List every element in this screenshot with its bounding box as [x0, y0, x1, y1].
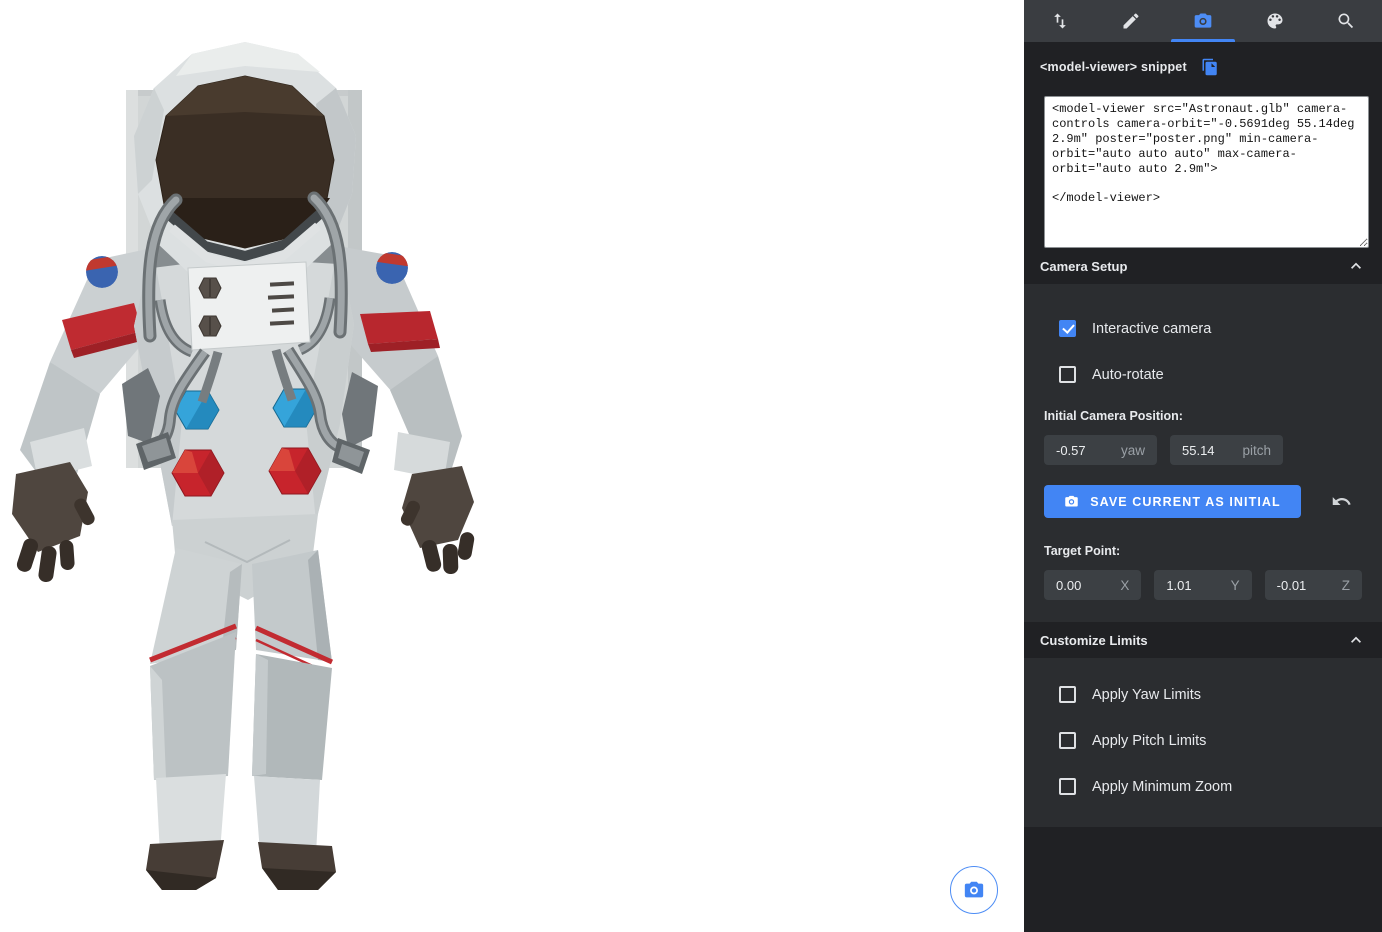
target-x-axis-label: X [1120, 578, 1129, 593]
apply-pitch-limits-checkbox[interactable] [1059, 732, 1076, 749]
section-header-camera-setup[interactable]: Camera Setup [1024, 248, 1382, 284]
target-y-value: 1.01 [1166, 578, 1191, 593]
auto-rotate-label: Auto-rotate [1092, 367, 1164, 383]
auto-rotate-checkbox[interactable] [1059, 366, 1076, 383]
undo-icon [1331, 491, 1352, 512]
initial-camera-position-label: Initial Camera Position: [1044, 409, 1362, 423]
apply-minimum-zoom-checkbox[interactable] [1059, 778, 1076, 795]
toolbar [1024, 0, 1382, 42]
target-z-axis-label: Z [1342, 578, 1350, 593]
palette-icon [1265, 11, 1285, 31]
snippet-title: <model-viewer> snippet [1040, 60, 1187, 74]
apply-minimum-zoom-row: Apply Minimum Zoom [1059, 778, 1362, 795]
apply-minimum-zoom-label: Apply Minimum Zoom [1092, 779, 1232, 795]
chevron-up-icon[interactable] [1346, 630, 1366, 650]
target-y-input[interactable]: 1.01 Y [1154, 570, 1251, 600]
camera-icon [963, 879, 985, 901]
yaw-value: -0.57 [1056, 443, 1086, 458]
undo-button[interactable] [1331, 491, 1352, 512]
editor-panel: <model-viewer> snippet <model-viewer src… [1024, 0, 1382, 932]
yaw-unit-label: yaw [1121, 443, 1145, 458]
target-x-value: 0.00 [1056, 578, 1081, 593]
pitch-input[interactable]: 55.14 pitch [1170, 435, 1283, 465]
tab-inspector[interactable] [1310, 0, 1382, 42]
interactive-camera-checkbox[interactable] [1059, 320, 1076, 337]
interactive-camera-row: Interactive camera [1059, 284, 1362, 337]
target-point-label: Target Point: [1044, 544, 1362, 558]
customize-limits-section: Apply Yaw Limits Apply Pitch Limits Appl… [1024, 658, 1382, 827]
copy-icon [1201, 58, 1219, 76]
tab-file-controls[interactable] [1024, 0, 1096, 42]
section-header-customize-limits[interactable]: Customize Limits [1024, 622, 1382, 658]
tab-edit[interactable] [1096, 0, 1168, 42]
model-viewport[interactable] [0, 0, 1024, 932]
auto-rotate-row: Auto-rotate [1059, 366, 1362, 383]
target-x-input[interactable]: 0.00 X [1044, 570, 1141, 600]
apply-yaw-limits-label: Apply Yaw Limits [1092, 687, 1201, 703]
target-z-value: -0.01 [1277, 578, 1307, 593]
save-row: SAVE CURRENT AS INITIAL [1044, 485, 1362, 518]
target-z-input[interactable]: -0.01 Z [1265, 570, 1362, 600]
snippet-textarea[interactable]: <model-viewer src="Astronaut.glb" camera… [1044, 96, 1369, 248]
target-y-axis-label: Y [1231, 578, 1240, 593]
import-export-icon [1050, 11, 1070, 31]
snippet-header: <model-viewer> snippet [1024, 42, 1382, 88]
screenshot-button[interactable] [950, 866, 998, 914]
tab-materials[interactable] [1239, 0, 1311, 42]
model-viewer-editor: <model-viewer> snippet <model-viewer src… [0, 0, 1382, 932]
interactive-camera-label: Interactive camera [1092, 321, 1211, 337]
camera-setup-title: Camera Setup [1040, 259, 1127, 274]
apply-yaw-limits-row: Apply Yaw Limits [1059, 686, 1362, 703]
chevron-up-icon[interactable] [1346, 256, 1366, 276]
camera-icon [1193, 11, 1213, 31]
save-button-label: SAVE CURRENT AS INITIAL [1090, 495, 1281, 509]
camera-icon [1064, 494, 1079, 509]
copy-snippet-button[interactable] [1201, 58, 1219, 76]
pitch-value: 55.14 [1182, 443, 1215, 458]
tab-camera[interactable] [1167, 0, 1239, 42]
panel-filler [1024, 827, 1382, 932]
apply-pitch-limits-row: Apply Pitch Limits [1059, 732, 1362, 749]
save-current-as-initial-button[interactable]: SAVE CURRENT AS INITIAL [1044, 485, 1301, 518]
target-point-inputs: 0.00 X 1.01 Y -0.01 Z [1044, 570, 1362, 622]
apply-yaw-limits-checkbox[interactable] [1059, 686, 1076, 703]
astronaut-model [0, 0, 1024, 932]
pitch-unit-label: pitch [1242, 443, 1271, 458]
pencil-icon [1121, 11, 1141, 31]
initial-camera-position-inputs: -0.57 yaw 55.14 pitch [1044, 435, 1362, 465]
customize-limits-title: Customize Limits [1040, 633, 1148, 648]
yaw-input[interactable]: -0.57 yaw [1044, 435, 1157, 465]
apply-pitch-limits-label: Apply Pitch Limits [1092, 733, 1206, 749]
camera-setup-section: Interactive camera Auto-rotate Initial C… [1024, 284, 1382, 622]
search-icon [1336, 11, 1356, 31]
